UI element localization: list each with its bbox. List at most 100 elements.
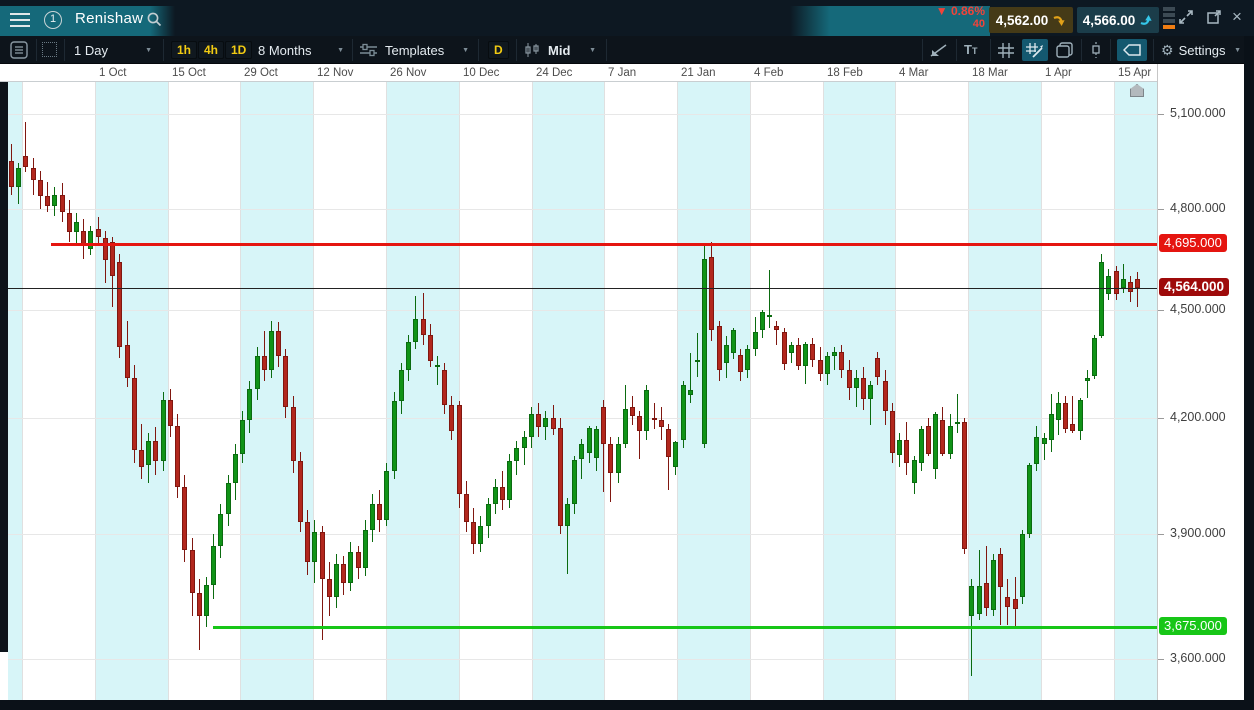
candle <box>687 389 693 396</box>
candle <box>1005 597 1011 607</box>
price-mode-dropdown[interactable]: Mid ▼ <box>548 40 596 60</box>
candle <box>232 453 238 483</box>
text-tool-icon[interactable]: TT <box>964 42 977 57</box>
fullscreen-icon[interactable] <box>1178 9 1194 25</box>
candle <box>781 332 787 364</box>
window-right-edge <box>1244 36 1254 710</box>
candle <box>1113 271 1119 294</box>
vertical-gridline <box>95 82 96 700</box>
indicator-settings-icon[interactable] <box>360 43 377 57</box>
close-icon[interactable]: × <box>1232 7 1242 27</box>
sell-arrow-icon <box>1053 15 1065 26</box>
candle <box>608 444 614 473</box>
candle <box>586 428 592 453</box>
date-tick-label: 4 Mar <box>899 67 929 79</box>
candle <box>196 593 202 617</box>
chevron-down-icon: ▼ <box>1234 46 1241 54</box>
candle-wick <box>653 403 655 430</box>
candle <box>218 514 224 546</box>
candle <box>74 222 79 233</box>
candle <box>839 352 845 371</box>
vertical-gridline <box>1114 82 1115 700</box>
candle <box>622 408 628 445</box>
candle-wick <box>1137 272 1139 307</box>
candle <box>976 586 982 614</box>
date-axis[interactable]: 1 Oct 15 Oct 29 Oct 12 Nov 26 Nov 10 Dec 24 De… <box>0 64 1244 82</box>
candle <box>362 529 368 569</box>
market-depth-icon[interactable] <box>1163 7 1175 33</box>
search-icon[interactable] <box>147 12 162 27</box>
settings-button[interactable]: ⚙ Settings ▼ <box>1161 40 1241 60</box>
eraser-tool-active[interactable] <box>1117 39 1147 61</box>
range-dropdown[interactable]: 8 Months ▼ <box>258 40 344 60</box>
price-tick-label: 3,600.000 <box>1170 651 1226 665</box>
support-line <box>213 626 1157 629</box>
object-layers-icon[interactable] <box>1056 42 1073 58</box>
horizontal-gridline <box>8 659 1157 660</box>
vertical-gridline <box>459 82 460 700</box>
timeframe-1d-button[interactable]: 1D <box>225 40 253 60</box>
candle <box>160 399 166 462</box>
candle <box>738 354 744 373</box>
buy-arrow-icon <box>1140 14 1152 25</box>
timeframe-1h-button[interactable]: 1h <box>171 40 198 60</box>
vertical-gridline <box>532 82 533 700</box>
draw-on-grid-tool-active[interactable] <box>1022 39 1048 61</box>
candle <box>463 494 469 522</box>
candle <box>189 550 195 594</box>
candle <box>110 242 116 276</box>
candle <box>767 315 773 317</box>
candle <box>117 262 123 347</box>
candle <box>1120 278 1126 288</box>
candle <box>182 486 188 550</box>
candle <box>449 405 455 432</box>
candlestick-type-icon[interactable] <box>524 43 542 57</box>
candle <box>564 504 570 526</box>
layout-grid-icon[interactable] <box>42 42 57 57</box>
chevron-down-icon: ▼ <box>145 46 152 54</box>
chevron-down-icon: ▼ <box>337 46 344 54</box>
candle <box>521 436 527 448</box>
candle <box>983 582 989 608</box>
candle-wick <box>776 320 778 346</box>
candle-wick <box>696 332 698 378</box>
candle <box>333 564 339 598</box>
price-axis[interactable]: 5,100.000 4,800.000 4,500.000 4,200.000 3,90… <box>1157 64 1244 700</box>
candle <box>146 440 152 466</box>
change-percent: 0.86% <box>950 4 985 18</box>
candle <box>702 258 708 445</box>
menu-icon[interactable] <box>10 13 30 27</box>
trend-line-tool-icon[interactable] <box>930 43 948 58</box>
candle <box>759 312 765 330</box>
candle <box>947 425 953 454</box>
chart-tab-1-badge[interactable]: 1 <box>44 11 62 29</box>
support-price-tag: 3,675.000 <box>1159 616 1227 635</box>
buy-button[interactable]: 4,566.00 <box>1077 7 1159 33</box>
candle-period-badge[interactable]: D <box>488 40 509 60</box>
candle <box>666 428 671 458</box>
timeframe-4h-button[interactable]: 4h <box>198 40 225 60</box>
period-dropdown[interactable]: 1 Day ▼ <box>74 40 152 60</box>
candle <box>406 341 412 371</box>
candle <box>723 345 729 364</box>
ohlc-marker-icon[interactable] <box>1089 42 1103 58</box>
candle <box>507 461 513 501</box>
candle <box>66 212 72 233</box>
popout-window-icon[interactable] <box>1206 9 1222 25</box>
left-panel-edge <box>0 82 8 652</box>
sell-button[interactable]: 4,562.00 <box>989 7 1073 33</box>
candle <box>824 356 830 374</box>
window-bottom-edge <box>0 700 1254 710</box>
grid-toggle-icon[interactable] <box>998 43 1014 58</box>
candle <box>348 552 354 583</box>
candle <box>384 471 390 520</box>
watchlist-icon[interactable] <box>10 41 28 59</box>
templates-dropdown[interactable]: Templates ▼ <box>385 40 469 60</box>
candle <box>550 418 556 430</box>
candle <box>803 343 809 367</box>
candle <box>557 428 563 526</box>
candle-wick <box>834 347 836 371</box>
candle <box>694 359 700 362</box>
chart-plot[interactable] <box>8 82 1157 700</box>
date-tick-label: 7 Jan <box>608 67 637 79</box>
